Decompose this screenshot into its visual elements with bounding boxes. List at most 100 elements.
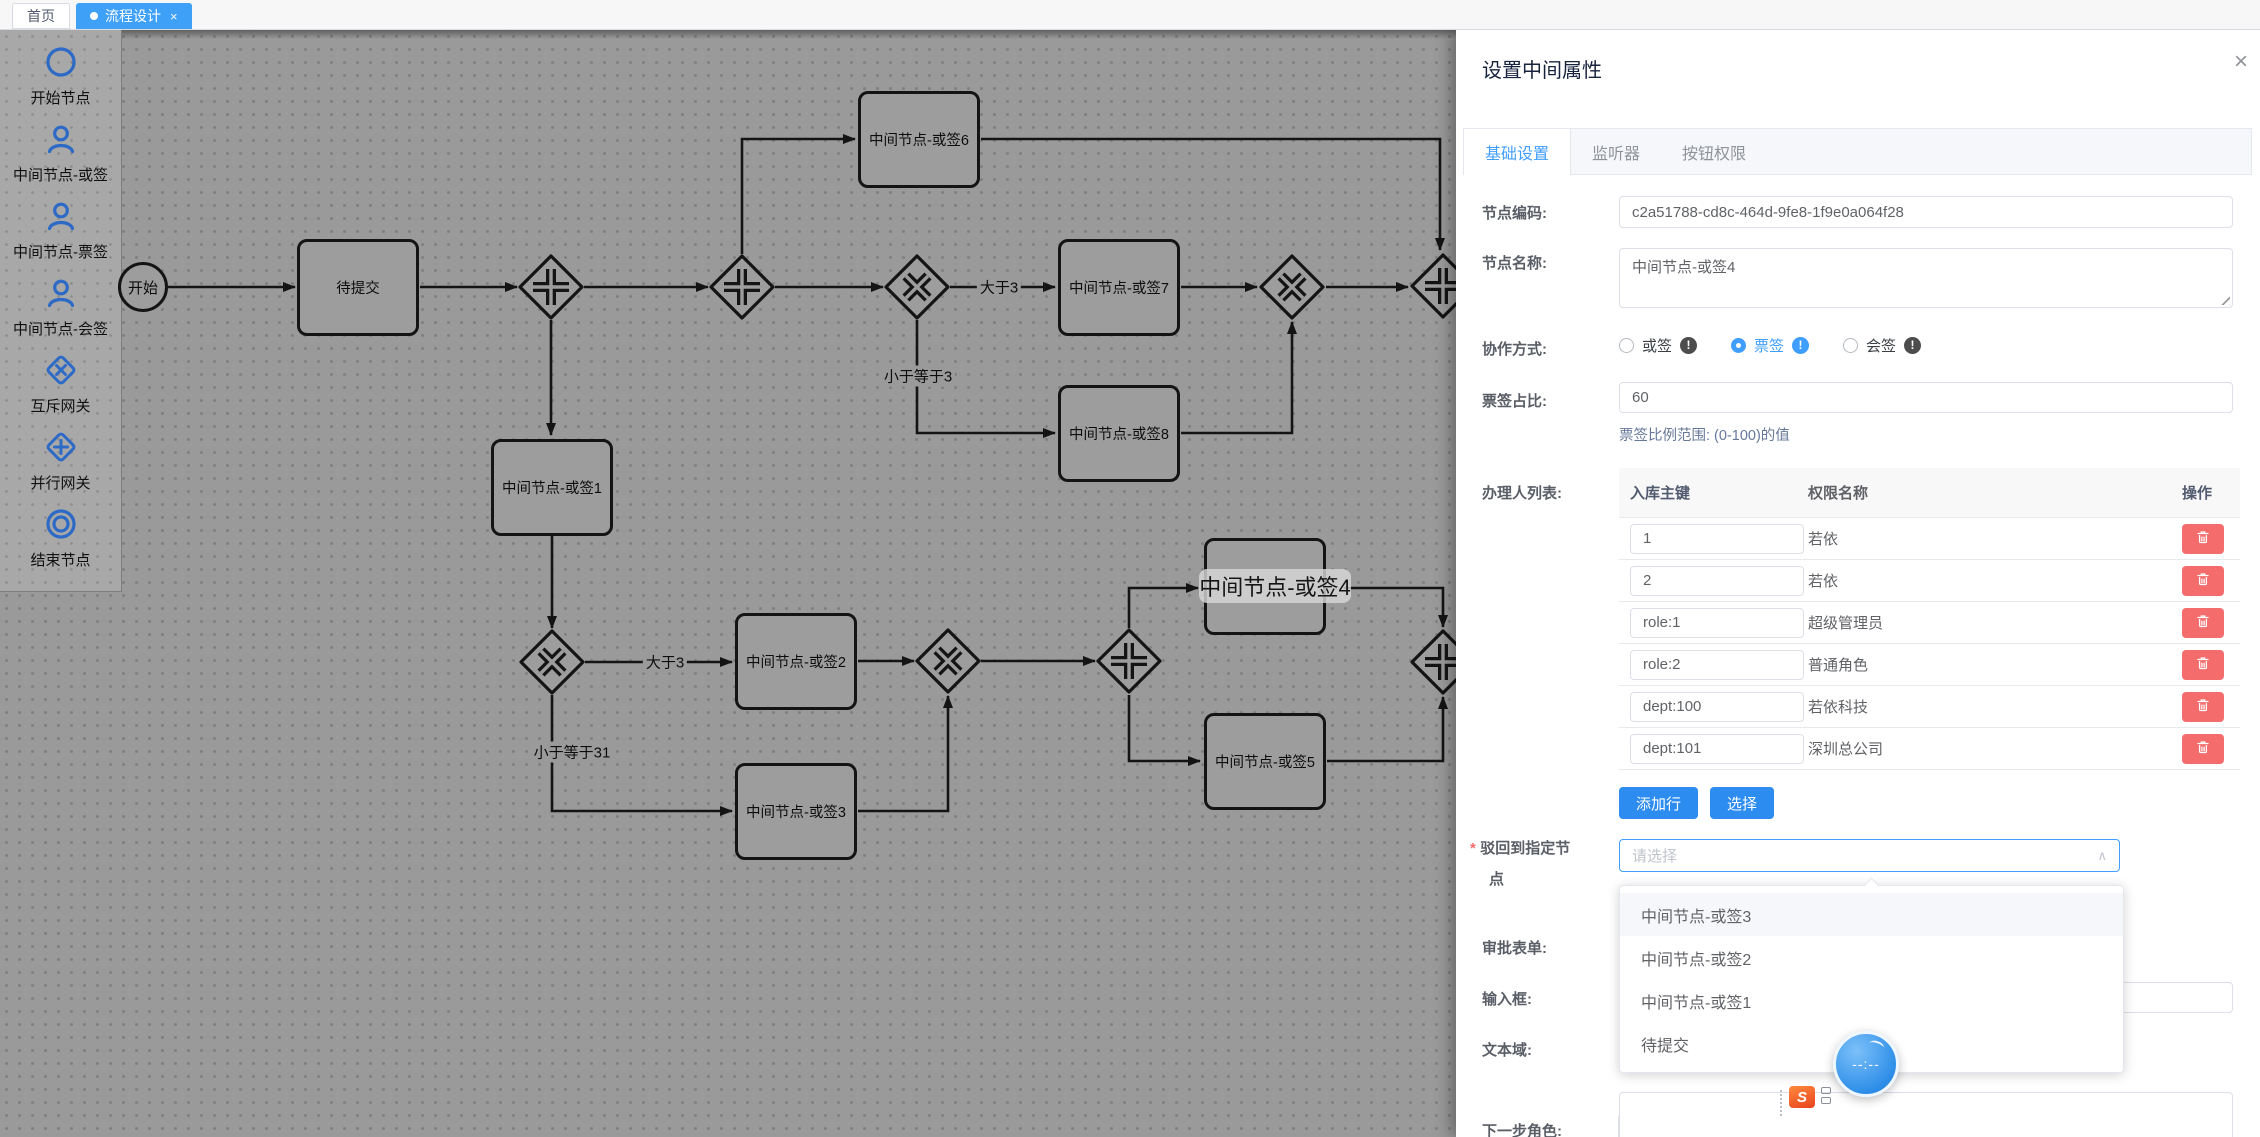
ratio-input[interactable]: 60 [1619,382,2233,413]
reject-option-0[interactable]: 中间节点-或签3 [1620,893,2123,936]
parallel-gateway-icon[interactable] [1094,626,1164,696]
flow-node-n1[interactable]: 中间节点-或签1 [491,439,613,536]
info-icon[interactable]: ! [1680,337,1697,354]
task-node[interactable]: 待提交 [297,239,419,336]
node-name-label: 节点名称: [1482,252,1547,273]
add-row-button[interactable]: 添加行 [1619,787,1698,819]
exclusive-gateway-icon[interactable] [1257,252,1327,322]
flow-node-gw1[interactable] [516,252,586,327]
assignee-key-input[interactable]: dept:101 [1630,734,1804,764]
trash-icon [2195,571,2211,590]
delete-row-button[interactable] [2182,692,2224,722]
assignee-key-input[interactable]: role:2 [1630,650,1804,680]
task-node[interactable]: 中间节点-或签2 [735,613,857,710]
sogou-logo-icon[interactable]: S [1789,1086,1815,1108]
palette-item-4[interactable]: 互斥网关 [0,352,121,416]
ime-toolbar[interactable]: S [1780,1086,1831,1116]
assignee-key-input[interactable]: role:1 [1630,608,1804,638]
resize-handle-icon[interactable] [2219,294,2230,305]
task-node[interactable]: 中间节点-或签1 [491,439,613,536]
edge-condition-label: 小于等于3 [881,366,955,387]
approve-form-label: 审批表单: [1482,937,1547,958]
reject-placeholder: 请选择 [1632,845,1677,866]
delete-row-button[interactable] [2182,734,2224,764]
task-node[interactable]: 中间节点-或签3 [735,763,857,860]
radio-icon[interactable] [1843,338,1858,353]
flow-node-gwx-right[interactable] [1257,252,1327,327]
reject-option-2[interactable]: 中间节点-或签1 [1620,979,2123,1022]
flow-node-n7[interactable]: 中间节点-或签7 [1058,239,1180,336]
textarea-field[interactable] [1619,1092,2233,1137]
drawer-tab-1[interactable]: 监听器 [1571,129,1661,174]
node-name-textarea[interactable]: 中间节点-或签4 [1619,248,2233,308]
task-node[interactable]: 中间节点-或签8 [1058,385,1180,482]
flow-node-n2[interactable]: 中间节点-或签2 [735,613,857,710]
flow-node-gwx-mid[interactable] [913,626,983,701]
coop-radio-0[interactable]: 或签! [1619,335,1697,356]
palette-item-0[interactable]: 开始节点 [0,44,121,108]
flow-node-n3[interactable]: 中间节点-或签3 [735,763,857,860]
tab-home[interactable]: 首页 [12,3,70,29]
assistant-ball[interactable]: --:-- [1833,1031,1899,1097]
gateway-plus-icon [43,429,79,470]
chevron-up-icon: ∧ [2097,848,2107,864]
flow-node-n5[interactable]: 中间节点-或签5 [1204,713,1326,810]
assignee-key-input[interactable]: 1 [1630,524,1804,554]
ime-mini-icons[interactable] [1821,1087,1831,1104]
ratio-hint: 票签比例范围: (0-100)的值 [1619,424,1790,445]
reject-option-1[interactable]: 中间节点-或签2 [1620,936,2123,979]
radio-icon[interactable] [1731,338,1746,353]
assignee-name: 若依科技 [1808,696,2182,717]
palette-item-3[interactable]: 中间节点-会签 [0,275,121,339]
textarea-label: 文本域: [1482,1039,1532,1060]
start-node[interactable]: 开始 [118,262,168,312]
flow-node-gw2[interactable] [707,252,777,327]
info-icon[interactable]: ! [1792,337,1809,354]
flow-node-n4[interactable]: 中间节点-或签4 [1204,538,1326,635]
palette-item-1[interactable]: 中间节点-或签 [0,121,121,185]
coop-radio-1[interactable]: 票签! [1731,335,1809,356]
node-code-input[interactable]: c2a51788-cd8c-464d-9fe8-1f9e0a064f28 [1619,196,2233,228]
palette-item-2[interactable]: 中间节点-票签 [0,198,121,262]
task-node[interactable]: 中间节点-或签5 [1204,713,1326,810]
coop-radio-2[interactable]: 会签! [1843,335,1921,356]
ime-keyboard-icon [1821,1097,1831,1104]
flow-node-gwp-lower[interactable] [1094,626,1164,701]
tab-close-icon[interactable]: × [170,9,178,24]
delete-row-button[interactable] [2182,608,2224,638]
exclusive-gateway-icon[interactable] [913,626,983,696]
exclusive-gateway-icon[interactable] [882,252,952,322]
delete-row-button[interactable] [2182,566,2224,596]
pick-button[interactable]: 选择 [1710,787,1774,819]
flow-node-start[interactable]: 开始 [118,262,168,312]
ime-drag-handle[interactable] [1780,1090,1783,1116]
assignee-name: 深圳总公司 [1808,738,2182,759]
exclusive-gateway-icon[interactable] [517,627,587,697]
flow-node-submit[interactable]: 待提交 [297,239,419,336]
parallel-gateway-icon[interactable] [707,252,777,322]
tab-flow-design[interactable]: 流程设计 × [76,3,192,29]
palette-item-5[interactable]: 并行网关 [0,429,121,493]
task-node[interactable]: 中间节点-或签7 [1058,239,1180,336]
flow-node-n8[interactable]: 中间节点-或签8 [1058,385,1180,482]
assignee-key-input[interactable]: 2 [1630,566,1804,596]
palette-item-6[interactable]: 结束节点 [0,506,121,570]
tab-flow-design-label: 流程设计 [105,6,161,26]
end-circle-icon [43,506,79,547]
drawer-tab-2[interactable]: 按钮权限 [1661,129,1767,174]
flow-node-gwx-lower[interactable] [517,627,587,702]
delete-row-button[interactable] [2182,650,2224,680]
task-node[interactable]: 中间节点-或签6 [858,91,980,188]
drawer-tab-0[interactable]: 基础设置 [1464,129,1571,175]
flow-node-gwx-top[interactable] [882,252,952,327]
drawer-close-icon[interactable]: × [2234,50,2248,74]
assistant-ball-text: --:-- [1852,1056,1880,1072]
delete-row-button[interactable] [2182,524,2224,554]
reject-node-select[interactable]: 请选择 ∧ [1619,839,2120,872]
assignee-key-input[interactable]: dept:100 [1630,692,1804,722]
parallel-gateway-icon[interactable] [516,252,586,322]
flow-node-n6[interactable]: 中间节点-或签6 [858,91,980,188]
user-icon [43,275,79,316]
info-icon[interactable]: ! [1904,337,1921,354]
radio-icon[interactable] [1619,338,1634,353]
